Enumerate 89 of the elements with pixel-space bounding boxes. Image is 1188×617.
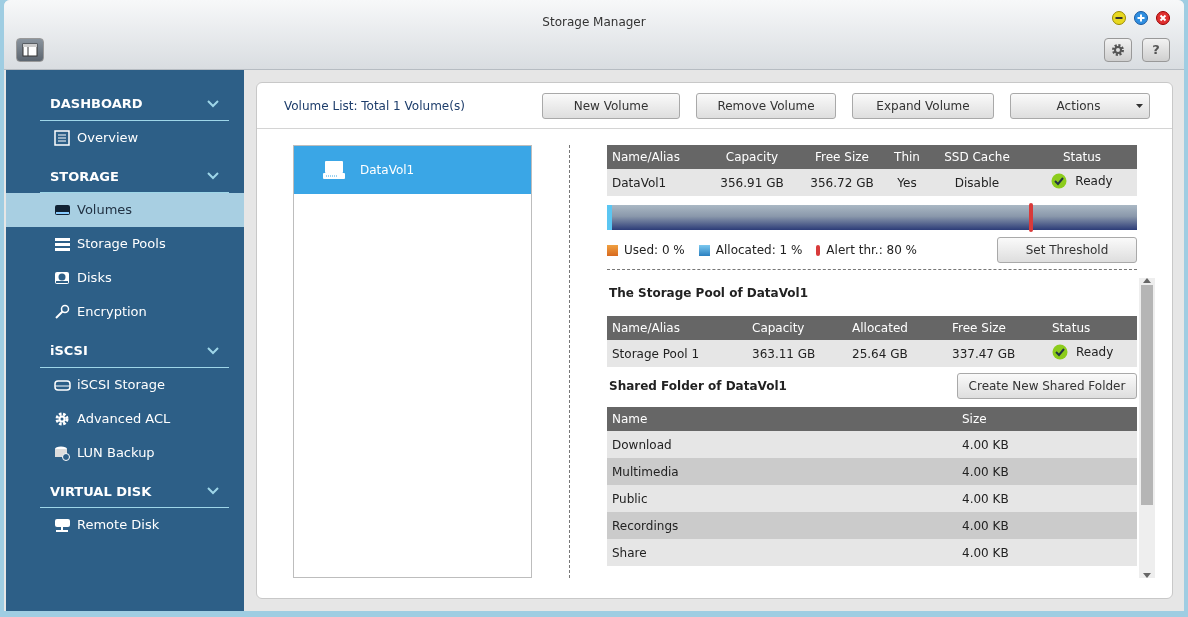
sidebar-item[interactable]: Disks — [6, 261, 244, 295]
sidebar-item[interactable]: Storage Pools — [6, 227, 244, 261]
table-cell: 363.11 GB — [747, 340, 847, 367]
allocated-swatch — [698, 244, 710, 256]
scrollbar[interactable] — [1139, 278, 1155, 578]
table-cell: DataVol1 — [607, 169, 707, 196]
sidebar-item[interactable]: LUN Backup — [6, 435, 244, 470]
column-header: Name/Alias — [607, 316, 747, 340]
set-threshold-button[interactable]: Set Threshold — [997, 237, 1137, 263]
column-header: Status — [1047, 316, 1137, 340]
table-cell: 4.00 KB — [957, 539, 1137, 566]
sidebar-item[interactable]: iSCSI Storage — [6, 367, 244, 402]
column-header: Capacity — [747, 316, 847, 340]
check-icon — [1051, 172, 1068, 189]
toolbar-button[interactable]: New Volume — [542, 92, 680, 119]
drive-icon — [54, 202, 71, 218]
key-icon — [54, 304, 71, 320]
sidebar-item[interactable]: Volumes — [6, 193, 244, 227]
column-header: Free Size — [797, 145, 887, 169]
toolbar-button[interactable]: Expand Volume — [852, 92, 994, 119]
section-header[interactable]: DASHBOARD — [40, 90, 229, 121]
alert-swatch — [816, 244, 821, 256]
settings-icon — [1111, 43, 1125, 57]
scroll-up-icon — [1143, 278, 1151, 283]
column-header: Name/Alias — [607, 145, 707, 169]
column-header: Status — [1027, 145, 1137, 169]
volume-list-title: Volume List: Total 1 Volume(s) — [284, 97, 465, 115]
table-cell: Multimedia — [607, 458, 957, 485]
sidebar-item[interactable]: Remote Disk — [6, 508, 244, 542]
check-icon — [1052, 343, 1068, 360]
section-title: iSCSI — [50, 342, 88, 360]
database-icon — [54, 444, 71, 461]
table-cell: 356.72 GB — [797, 169, 887, 196]
column-header: Allocated — [847, 316, 947, 340]
window-title: Storage Manager — [542, 14, 646, 31]
section-title: The Storage Pool of DataVol1 — [609, 285, 810, 302]
table-cell: Storage Pool 1 — [607, 340, 747, 367]
table-cell: 4.00 KB — [957, 458, 1137, 485]
scrollbar-thumb[interactable] — [1141, 285, 1153, 505]
column-header: SSD Cache — [927, 145, 1027, 169]
help-button[interactable]: ? — [1142, 38, 1170, 62]
column-header: Name — [607, 407, 957, 431]
column-header: Capacity — [707, 145, 797, 169]
legend-label: Alert thr.: 80 % — [826, 242, 918, 259]
legend-label: Allocated: 1 % — [715, 242, 803, 259]
section-title: DASHBOARD — [50, 95, 143, 113]
table-cell: 4.00 KB — [957, 485, 1137, 512]
legend-label: Used: 0 % — [624, 242, 685, 259]
maximize-icon — [1134, 11, 1148, 25]
toolbar-button[interactable]: Remove Volume — [696, 92, 836, 119]
section-title: VIRTUAL DISK — [50, 482, 152, 501]
close-icon — [1156, 11, 1170, 25]
section-header[interactable]: iSCSI — [40, 337, 229, 368]
section-title: STORAGE — [50, 167, 119, 186]
table-cell: Share — [607, 539, 957, 566]
table-cell: Yes — [887, 169, 927, 196]
sidebar-item[interactable]: Overview — [6, 120, 244, 155]
layout-button[interactable] — [16, 38, 44, 62]
stack-icon — [54, 236, 71, 252]
table-cell: 4.00 KB — [957, 512, 1137, 539]
table-cell: 25.64 GB — [847, 340, 947, 367]
scroll-down-icon — [1143, 573, 1151, 578]
layout-icon — [22, 43, 38, 57]
table-cell: 337.47 GB — [947, 340, 1047, 367]
minimize-icon — [1112, 11, 1126, 25]
caret-icon — [1136, 103, 1143, 108]
gear-icon — [54, 410, 71, 427]
column-header: Thin — [887, 145, 927, 169]
sidebar-item[interactable]: Encryption — [6, 295, 244, 329]
section-header[interactable]: VIRTUAL DISK — [40, 477, 229, 508]
table-cell: Download — [607, 431, 957, 458]
actions-dropdown[interactable]: Actions — [1010, 92, 1150, 119]
sidebar-item[interactable]: Advanced ACL — [6, 401, 244, 436]
table-cell: 4.00 KB — [957, 431, 1137, 458]
table-cell: 356.91 GB — [707, 169, 797, 196]
table-cell: Recordings — [607, 512, 957, 539]
create-folder-button[interactable]: Create New Shared Folder — [957, 373, 1137, 399]
settings-button[interactable] — [1104, 38, 1132, 62]
column-header: Free Size — [947, 316, 1047, 340]
list-icon — [54, 129, 71, 146]
column-header: Size — [957, 407, 1137, 431]
monitor-icon — [54, 517, 71, 533]
used-swatch — [607, 244, 618, 256]
table-cell: Disable — [927, 169, 1027, 196]
table-cell: Public — [607, 485, 957, 512]
status-text: Ready — [1076, 343, 1114, 361]
section-title: Shared Folder of DataVol1 — [609, 378, 787, 395]
status-text: Ready — [1075, 172, 1113, 190]
drive-icon — [322, 160, 346, 180]
